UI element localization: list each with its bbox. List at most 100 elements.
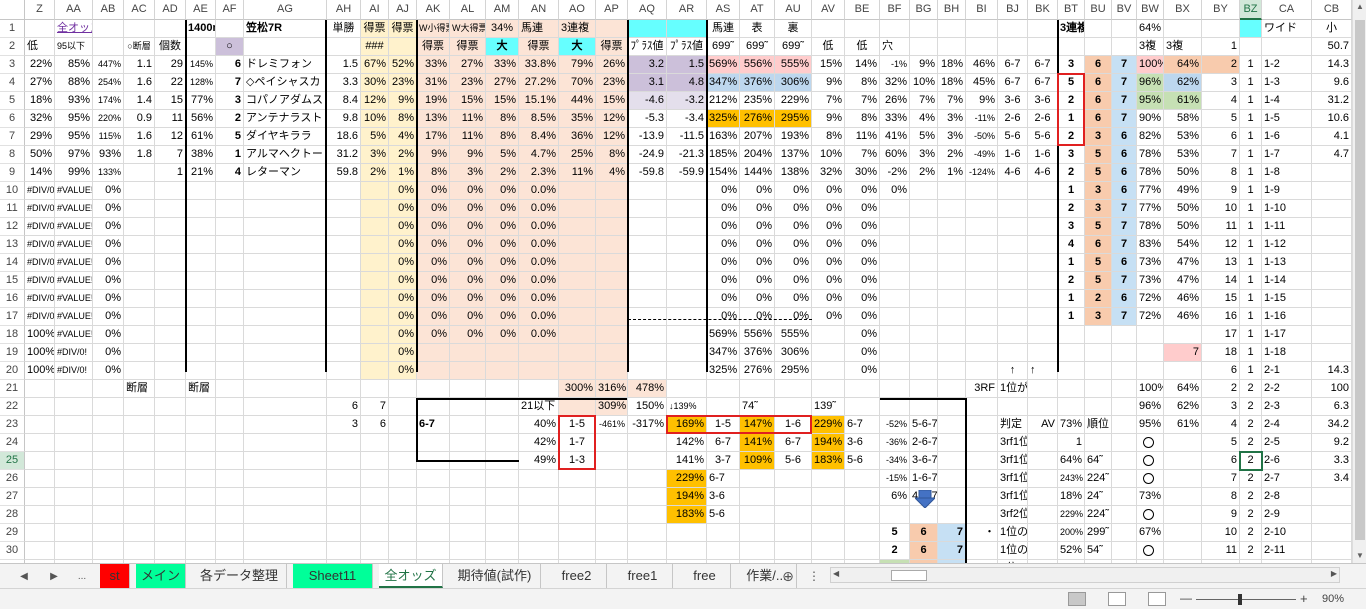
- empty-cell[interactable]: [1312, 218, 1352, 236]
- cell[interactable]: 3: [1058, 146, 1085, 164]
- empty-cell[interactable]: [559, 218, 596, 236]
- empty-cell[interactable]: [812, 524, 845, 542]
- empty-cell[interactable]: [966, 290, 998, 308]
- empty-cell[interactable]: [998, 20, 1028, 38]
- cell[interactable]: 35%: [559, 110, 596, 128]
- empty-cell[interactable]: [55, 506, 93, 524]
- empty-cell[interactable]: [998, 290, 1028, 308]
- empty-cell[interactable]: [1262, 38, 1312, 56]
- more-sheets-icon[interactable]: ...: [72, 568, 92, 585]
- empty-cell[interactable]: [559, 254, 596, 272]
- cell[interactable]: 0%: [740, 308, 775, 326]
- empty-cell[interactable]: [93, 398, 124, 416]
- cell[interactable]: 95%: [1137, 92, 1164, 110]
- cell[interactable]: 100%: [1137, 380, 1164, 398]
- cell[interactable]: 1: [1240, 110, 1262, 128]
- cell[interactable]: 6: [1112, 290, 1137, 308]
- row-header[interactable]: 25: [0, 452, 25, 470]
- row-header[interactable]: 11: [0, 200, 25, 218]
- cell[interactable]: 3%: [450, 164, 486, 182]
- cell[interactable]: 2: [1240, 398, 1262, 416]
- cell[interactable]: 207%: [740, 128, 775, 146]
- column-header[interactable]: AM: [486, 0, 519, 20]
- empty-cell[interactable]: [910, 326, 938, 344]
- cell[interactable]: 53%: [1164, 128, 1202, 146]
- row-header[interactable]: 27: [0, 488, 25, 506]
- cell[interactable]: 2: [1240, 542, 1262, 560]
- empty-cell[interactable]: [938, 236, 966, 254]
- cell[interactable]: 2-7: [1262, 470, 1312, 488]
- column-header[interactable]: AN: [519, 0, 559, 20]
- cell[interactable]: 0%: [486, 272, 519, 290]
- empty-cell[interactable]: [998, 398, 1028, 416]
- cell[interactable]: 大: [559, 38, 596, 56]
- cell[interactable]: 10.6: [1312, 110, 1352, 128]
- empty-cell[interactable]: [596, 434, 628, 452]
- cell[interactable]: 15: [1202, 290, 1240, 308]
- empty-cell[interactable]: [596, 272, 628, 290]
- empty-cell[interactable]: [938, 506, 966, 524]
- cell[interactable]: 1位の指数a: [998, 524, 1028, 542]
- empty-cell[interactable]: [628, 254, 667, 272]
- cell[interactable]: 229%: [667, 470, 707, 488]
- cell[interactable]: 46%: [966, 56, 998, 74]
- cell[interactable]: 70%: [559, 74, 596, 92]
- empty-cell[interactable]: [1137, 362, 1164, 380]
- empty-cell[interactable]: [216, 362, 244, 380]
- empty-cell[interactable]: [186, 272, 216, 290]
- cell[interactable]: 3連複: [559, 20, 596, 38]
- cell[interactable]: 1-10: [1262, 200, 1312, 218]
- cell[interactable]: 11: [1202, 218, 1240, 236]
- cell[interactable]: 6: [361, 416, 389, 434]
- cell[interactable]: 32%: [812, 164, 845, 182]
- sheet-tab[interactable]: 全オッズ: [379, 564, 443, 588]
- cell[interactable]: #VALUE!: [55, 254, 93, 272]
- cell[interactable]: 1: [1240, 182, 1262, 200]
- cell[interactable]: 138%: [775, 164, 812, 182]
- cell[interactable]: 145%: [186, 56, 216, 74]
- cell[interactable]: 8%: [596, 146, 628, 164]
- cell[interactable]: 1位の指数b: [998, 542, 1028, 560]
- cell[interactable]: 4.8: [667, 74, 707, 92]
- cell[interactable]: 8%: [417, 164, 450, 182]
- empty-cell[interactable]: [327, 290, 361, 308]
- cell[interactable]: 1: [216, 146, 244, 164]
- cell[interactable]: -36%: [880, 434, 910, 452]
- cell[interactable]: -3.4: [667, 110, 707, 128]
- cell[interactable]: 5: [216, 128, 244, 146]
- empty-cell[interactable]: [25, 542, 55, 560]
- empty-cell[interactable]: [1112, 344, 1137, 362]
- empty-cell[interactable]: [966, 452, 998, 470]
- empty-cell[interactable]: [1112, 380, 1137, 398]
- cell[interactable]: 穴: [880, 38, 910, 56]
- empty-cell[interactable]: [55, 416, 93, 434]
- cell[interactable]: [1137, 506, 1164, 524]
- cell[interactable]: 699˜: [775, 38, 812, 56]
- empty-cell[interactable]: [93, 380, 124, 398]
- cell[interactable]: 33%: [417, 56, 450, 74]
- cell[interactable]: 11%: [450, 128, 486, 146]
- empty-cell[interactable]: [186, 524, 216, 542]
- empty-cell[interactable]: [1164, 326, 1202, 344]
- cell[interactable]: 0.0%: [519, 308, 559, 326]
- cell[interactable]: 183%: [667, 506, 707, 524]
- cell[interactable]: 0%: [389, 182, 417, 200]
- empty-cell[interactable]: [966, 488, 998, 506]
- cell[interactable]: 0%: [845, 236, 880, 254]
- cell[interactable]: -461%: [596, 416, 628, 434]
- row-header[interactable]: 2: [0, 38, 25, 56]
- cell[interactable]: 0%: [845, 200, 880, 218]
- cell[interactable]: 0%: [450, 326, 486, 344]
- empty-cell[interactable]: [327, 38, 361, 56]
- cell[interactable]: 96%: [1137, 74, 1164, 92]
- cell[interactable]: 0%: [93, 182, 124, 200]
- cell[interactable]: 7: [1112, 56, 1137, 74]
- cell[interactable]: 2-5: [1262, 434, 1312, 452]
- cell[interactable]: 2: [216, 110, 244, 128]
- empty-cell[interactable]: [93, 506, 124, 524]
- empty-cell[interactable]: [450, 488, 486, 506]
- cell[interactable]: 6-7: [417, 416, 450, 434]
- empty-cell[interactable]: [25, 506, 55, 524]
- cell[interactable]: 306%: [775, 344, 812, 362]
- cell[interactable]: 6: [216, 56, 244, 74]
